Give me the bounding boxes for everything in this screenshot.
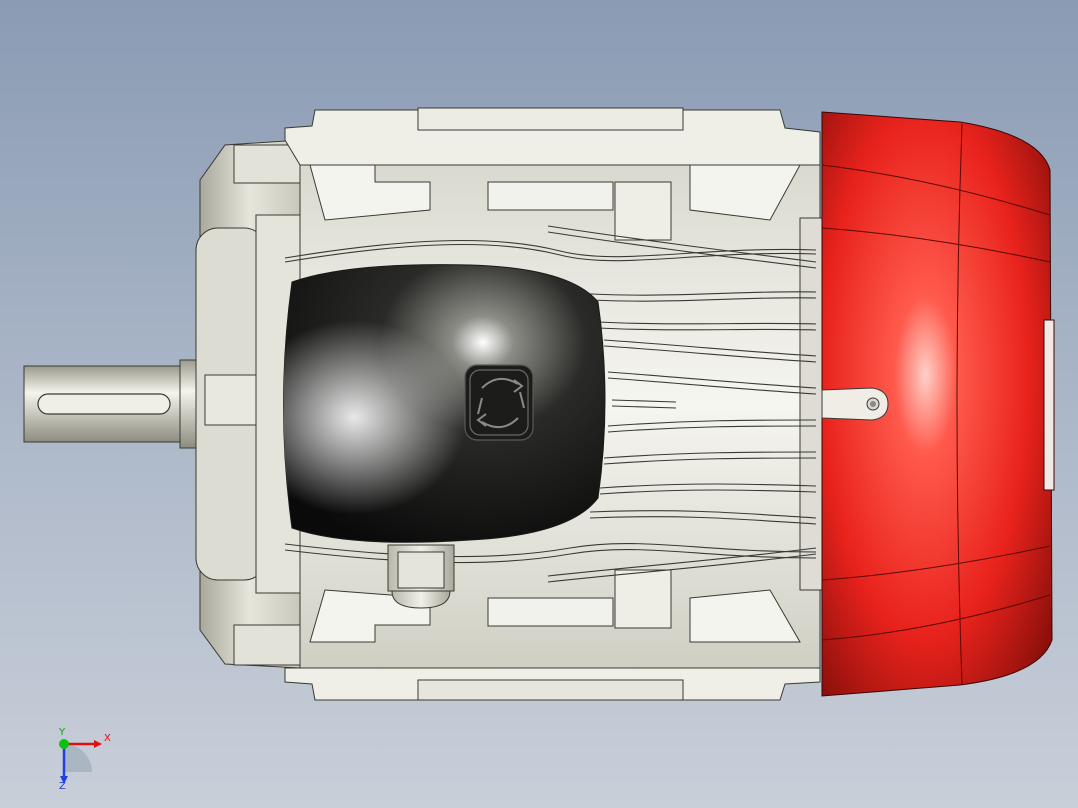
3d-viewport[interactable]: X Y Z (0, 0, 1078, 808)
triad-z-label: Z (59, 781, 66, 792)
fan-cover[interactable] (821, 111, 1055, 697)
rotation-direction-icon (464, 364, 534, 441)
motor-shaft[interactable] (23, 359, 205, 449)
cable-gland[interactable] (387, 544, 455, 609)
triad-y-label: Y (59, 727, 66, 738)
triad-x-label: X (104, 733, 111, 744)
motor-model[interactable] (0, 0, 1078, 808)
terminal-box[interactable] (283, 264, 606, 543)
view-orientation-triad[interactable]: X Y Z (40, 728, 120, 798)
